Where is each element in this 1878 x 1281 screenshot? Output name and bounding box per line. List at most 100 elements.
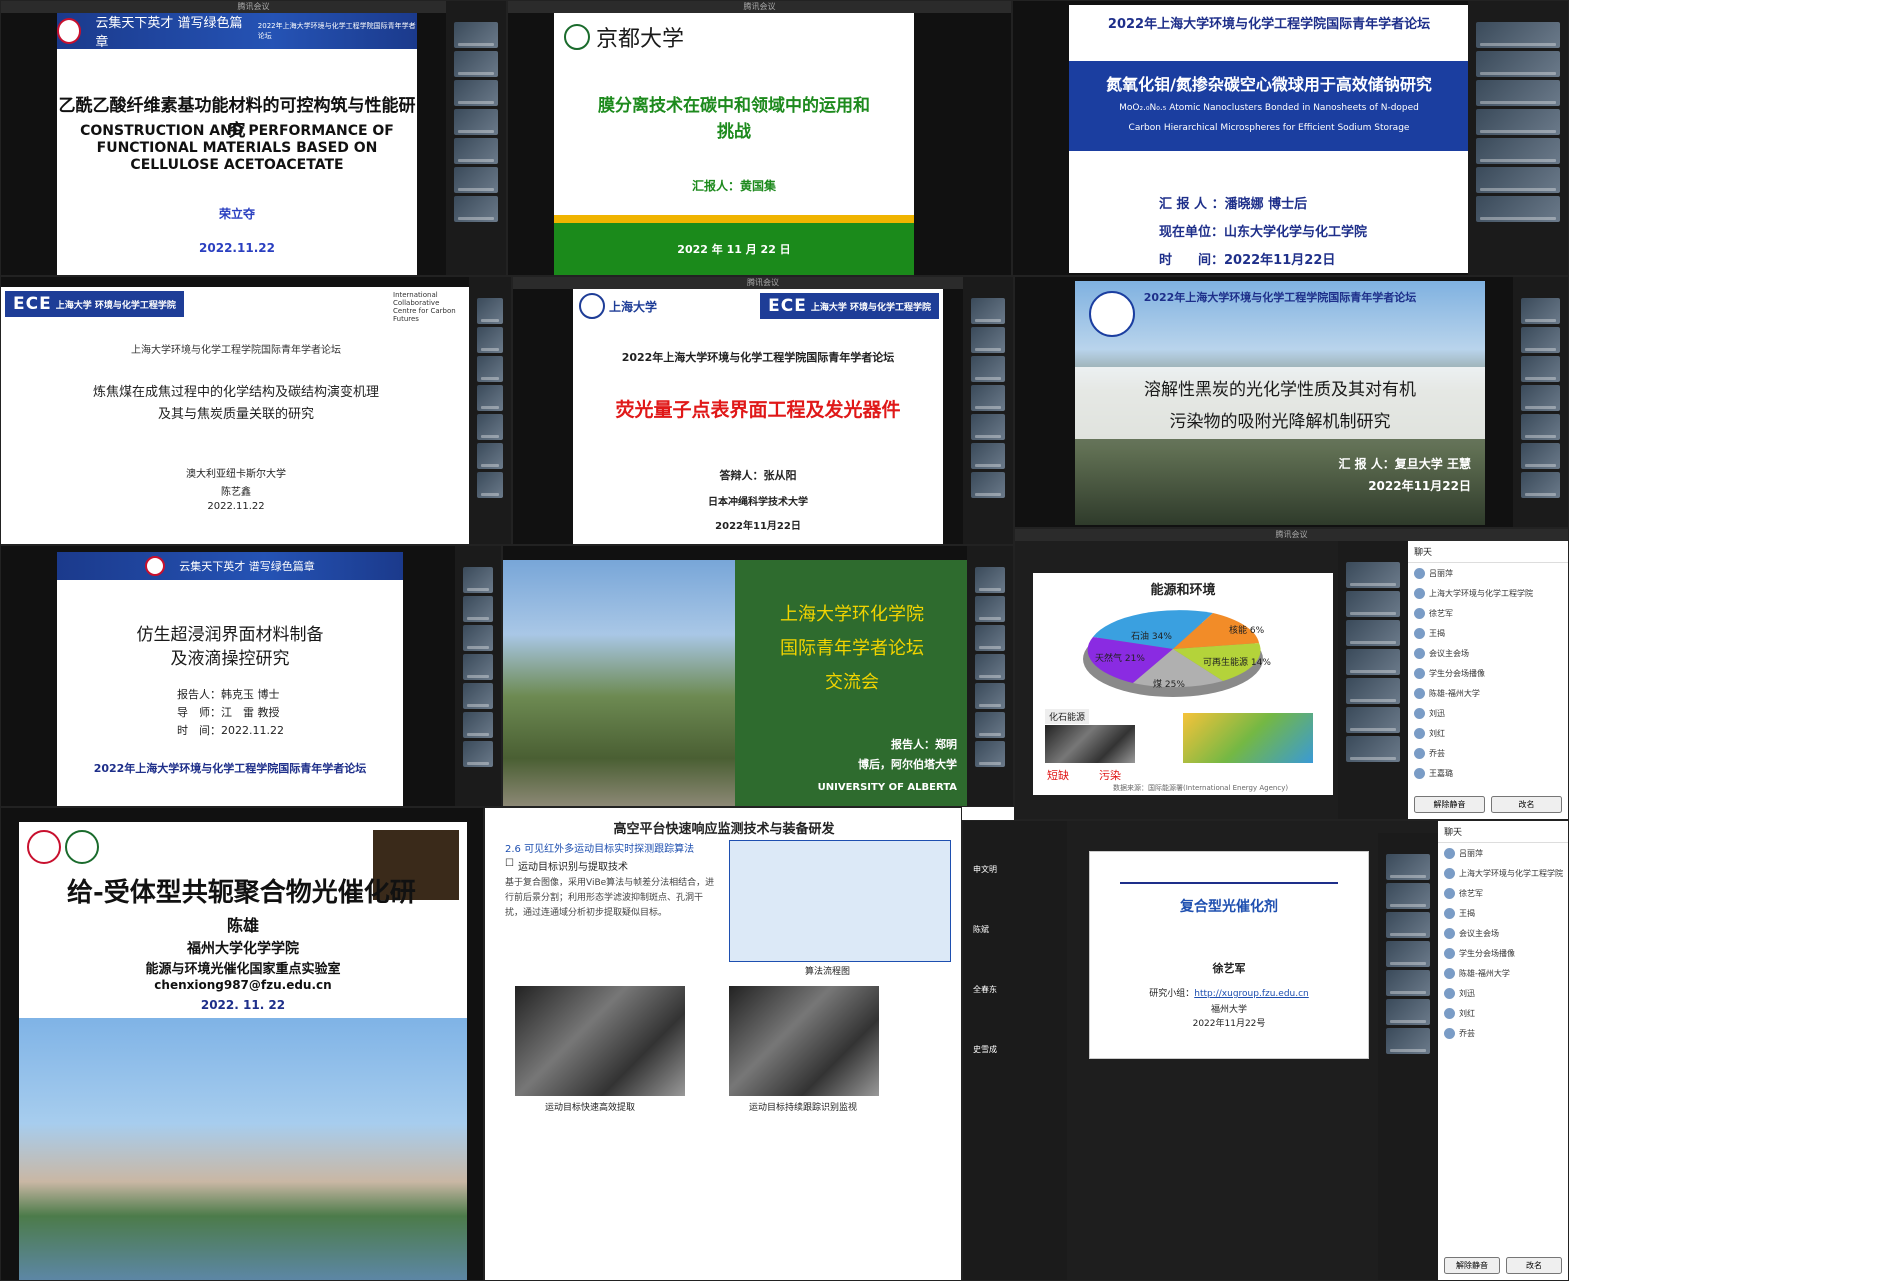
participant-row[interactable]: 乔芸 — [1438, 1023, 1568, 1043]
participant-row[interactable]: 刘红 — [1438, 1003, 1568, 1023]
participant-thumb[interactable] — [1386, 883, 1430, 909]
participant-thumb[interactable] — [477, 443, 503, 469]
participant-sidebar[interactable] — [1378, 833, 1438, 1280]
participant-thumb[interactable] — [1521, 327, 1560, 353]
participant-thumb[interactable] — [477, 414, 503, 440]
participant-thumb[interactable] — [1521, 472, 1560, 498]
participant-thumb[interactable] — [971, 472, 1005, 498]
participant-sidebar[interactable] — [469, 277, 511, 544]
participant-thumb[interactable] — [971, 298, 1005, 324]
participant-row[interactable]: 会议主会场 — [1408, 643, 1568, 663]
participant-thumb[interactable] — [971, 385, 1005, 411]
participant-thumb[interactable] — [1386, 970, 1430, 996]
participant-thumb[interactable] — [1521, 385, 1560, 411]
participant-tile[interactable]: 史雪成 — [967, 1019, 1063, 1079]
participant-row[interactable]: 王嘉璐 — [1408, 763, 1568, 783]
participant-thumb[interactable] — [463, 654, 493, 680]
participant-thumb[interactable] — [1476, 167, 1560, 193]
participant-thumb[interactable] — [463, 712, 493, 738]
participant-thumb[interactable] — [1346, 562, 1400, 588]
participant-sidebar[interactable] — [1513, 277, 1568, 527]
participant-sidebar[interactable] — [1468, 1, 1568, 275]
participant-thumb[interactable] — [454, 138, 498, 164]
chat-panel[interactable]: 聊天 吕丽萍 上海大学环境与化学工程学院 徐艺军 王揭 会议主会场 学生分会场播… — [1438, 821, 1568, 1280]
participant-thumb[interactable] — [971, 356, 1005, 382]
participant-row[interactable]: 陈雄-福州大学 — [1438, 963, 1568, 983]
participant-thumb[interactable] — [975, 712, 1005, 738]
participant-thumb[interactable] — [463, 596, 493, 622]
participant-tile[interactable]: 全春东 — [967, 959, 1063, 1019]
participant-thumb[interactable] — [1476, 22, 1560, 48]
participant-sidebar[interactable] — [967, 546, 1013, 806]
participant-thumb[interactable] — [1386, 941, 1430, 967]
participant-row[interactable]: 上海大学环境与化学工程学院 — [1438, 863, 1568, 883]
participant-thumb[interactable] — [477, 385, 503, 411]
participant-thumb[interactable] — [477, 472, 503, 498]
participant-thumb[interactable] — [1346, 707, 1400, 733]
participant-thumb[interactable] — [1346, 649, 1400, 675]
participant-row[interactable]: 王揭 — [1438, 903, 1568, 923]
participant-thumb[interactable] — [975, 741, 1005, 767]
group-url-link[interactable]: http://xugroup.fzu.edu.cn — [1194, 989, 1309, 999]
participant-row[interactable]: 徐艺军 — [1438, 883, 1568, 903]
participant-row[interactable]: 上海大学环境与化学工程学院 — [1408, 583, 1568, 603]
participant-thumb[interactable] — [1476, 196, 1560, 222]
participant-thumb[interactable] — [1521, 356, 1560, 382]
participant-row[interactable]: 陈雄-福州大学 — [1408, 683, 1568, 703]
participant-thumb[interactable] — [975, 654, 1005, 680]
participant-thumb[interactable] — [975, 596, 1005, 622]
participant-row[interactable]: 乔芸 — [1408, 743, 1568, 763]
participant-thumb[interactable] — [1476, 109, 1560, 135]
rename-button[interactable]: 改名 — [1506, 1257, 1562, 1274]
participant-row[interactable]: 学生分会场播像 — [1438, 943, 1568, 963]
participant-thumb[interactable] — [454, 196, 498, 222]
participant-sidebar[interactable] — [1338, 541, 1408, 819]
participant-row[interactable]: 学生分会场播像 — [1408, 663, 1568, 683]
participant-thumb[interactable] — [1386, 854, 1430, 880]
participant-tile[interactable]: 申文明 — [967, 839, 1063, 899]
participant-thumb[interactable] — [463, 567, 493, 593]
participant-sidebar[interactable]: 申文明 陈斌 全春东 史雪成 — [963, 821, 1067, 1280]
participant-thumb[interactable] — [971, 443, 1005, 469]
participant-tile[interactable]: 陈斌 — [967, 899, 1063, 959]
participant-thumb[interactable] — [463, 741, 493, 767]
participant-sidebar[interactable] — [455, 546, 501, 806]
participant-thumb[interactable] — [454, 167, 498, 193]
participant-row[interactable]: 刘红 — [1408, 723, 1568, 743]
participant-thumb[interactable] — [975, 567, 1005, 593]
participant-thumb[interactable] — [975, 683, 1005, 709]
participant-thumb[interactable] — [454, 51, 498, 77]
participant-thumb[interactable] — [1521, 443, 1560, 469]
rename-button[interactable]: 改名 — [1491, 796, 1562, 813]
participant-thumb[interactable] — [454, 22, 498, 48]
participant-thumb[interactable] — [1476, 138, 1560, 164]
participant-thumb[interactable] — [1346, 678, 1400, 704]
participant-thumb[interactable] — [1346, 736, 1400, 762]
unmute-button[interactable]: 解除静音 — [1444, 1257, 1500, 1274]
participant-row[interactable]: 王揭 — [1408, 623, 1568, 643]
unmute-button[interactable]: 解除静音 — [1414, 796, 1485, 813]
participant-thumb[interactable] — [975, 625, 1005, 651]
participant-thumb[interactable] — [477, 298, 503, 324]
participant-row[interactable]: 刘迅 — [1408, 703, 1568, 723]
participant-row[interactable]: 徐艺军 — [1408, 603, 1568, 623]
participant-row[interactable]: 刘迅 — [1438, 983, 1568, 1003]
participant-thumb[interactable] — [1386, 1028, 1430, 1054]
participant-row[interactable]: 会议主会场 — [1438, 923, 1568, 943]
participant-sidebar[interactable] — [446, 1, 506, 275]
participant-thumb[interactable] — [477, 327, 503, 353]
chat-panel[interactable]: 聊天 吕丽萍 上海大学环境与化学工程学院 徐艺军 王揭 会议主会场 学生分会场播… — [1408, 541, 1568, 819]
participant-thumb[interactable] — [477, 356, 503, 382]
participant-thumb[interactable] — [454, 80, 498, 106]
participant-thumb[interactable] — [463, 625, 493, 651]
participant-thumb[interactable] — [971, 327, 1005, 353]
participant-thumb[interactable] — [454, 109, 498, 135]
participant-thumb[interactable] — [1346, 591, 1400, 617]
participant-thumb[interactable] — [1476, 51, 1560, 77]
participant-thumb[interactable] — [1346, 620, 1400, 646]
participant-row[interactable]: 吕丽萍 — [1438, 843, 1568, 863]
participant-thumb[interactable] — [1386, 912, 1430, 938]
participant-thumb[interactable] — [1476, 80, 1560, 106]
participant-thumb[interactable] — [1521, 298, 1560, 324]
participant-row[interactable]: 吕丽萍 — [1408, 563, 1568, 583]
